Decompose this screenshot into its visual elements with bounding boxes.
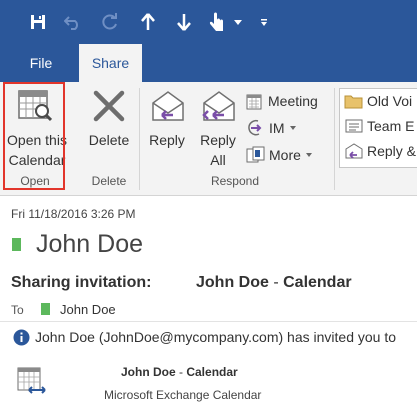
ribbon-tabs: File Share [0,44,417,82]
delete-button[interactable]: Delete [81,84,137,170]
open-group-highlight [3,82,65,190]
tab-share[interactable]: Share [79,44,142,82]
quick-step-old-voice[interactable]: Old Voi [344,90,412,112]
reply-all-line2: All [210,152,226,168]
info-bar-text: John Doe (JohnDoe@mycompany.com) has inv… [35,329,397,345]
up-arrow-icon[interactable] [136,10,160,34]
shared-calendar-icon[interactable] [17,366,47,401]
attachment-title[interactable]: John Doe - Calendar [121,365,238,379]
attachment-owner: John Doe [121,365,176,379]
to-label: To [11,303,24,317]
im-icon [248,119,262,136]
redo-icon[interactable] [98,10,122,34]
more-label: More [269,147,301,163]
quick-step-label: Old Voi [367,93,413,109]
group-label-delete: Delete [91,174,127,188]
save-icon[interactable] [26,10,50,34]
subject-separator: - [268,274,284,291]
quick-steps-gallery: Old Voi Team E Reply & [339,88,417,168]
subject-owner: John Doe [196,274,269,291]
tab-file[interactable]: File [16,44,66,82]
down-arrow-icon[interactable] [172,10,196,34]
more-icon [246,146,265,163]
im-button[interactable]: IM [246,117,301,139]
reply-all-line1: Reply [200,132,236,148]
quick-step-reply-delete[interactable]: Reply & [344,140,416,162]
ribbon-divider [139,88,140,190]
im-label: IM [269,120,285,136]
subject-label: Sharing invitation: [11,274,152,291]
team-email-icon [345,119,363,133]
attachment-calendar-word: Calendar [186,365,238,379]
more-dropdown-icon [305,153,312,157]
more-button[interactable]: More [246,144,317,166]
quick-access-toolbar [0,0,417,44]
subject-calendar: John Doe - Calendar [196,274,352,292]
meeting-icon [246,94,262,109]
quick-step-label: Team E [367,118,415,134]
attachment-separator: - [175,365,187,379]
dropdown-icon[interactable] [226,10,250,34]
delete-x-icon [93,90,125,127]
meeting-button[interactable]: Meeting [246,90,318,112]
recipient-name[interactable]: John Doe [60,302,116,317]
reply-all-envelope-icon [200,89,236,128]
message-date: Fri 11/18/2016 3:26 PM [11,207,136,221]
im-dropdown-icon [289,126,296,130]
header-divider [0,321,417,322]
recipient-presence-indicator [41,303,50,315]
presence-indicator [12,238,21,251]
reply-all-button[interactable]: Reply All [194,84,242,170]
quick-step-team-email[interactable]: Team E [344,115,414,137]
info-icon [13,329,30,351]
folder-icon [344,95,363,109]
meeting-label: Meeting [268,93,318,109]
subject-calendar-word: Calendar [283,274,352,291]
attachment-type: Microsoft Exchange Calendar [104,388,262,402]
reply-envelope-icon [151,89,185,128]
sender-name[interactable]: John Doe [36,230,143,259]
customize-icon[interactable] [252,10,276,34]
undo-icon[interactable] [61,10,85,34]
quick-step-label: Reply & [367,143,417,159]
delete-label: Delete [88,132,130,148]
reply-delete-icon [345,143,363,159]
reply-label: Reply [149,132,185,148]
group-label-respond: Respond [210,174,260,188]
ribbon-divider [334,88,335,190]
reply-button[interactable]: Reply [142,84,192,170]
